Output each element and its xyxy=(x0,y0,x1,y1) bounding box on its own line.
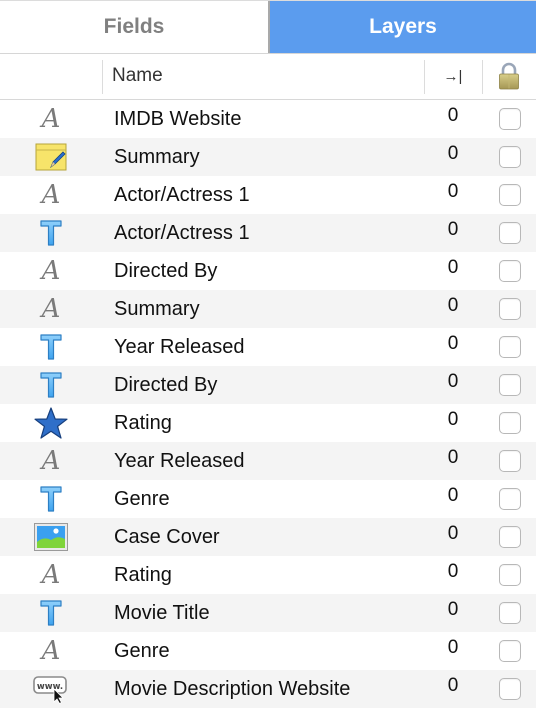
tab-order-value[interactable]: 0 xyxy=(424,515,482,553)
lock-checkbox[interactable] xyxy=(499,184,521,206)
layer-row[interactable]: Summary 0 xyxy=(0,138,536,176)
lock-checkbox[interactable] xyxy=(499,146,521,168)
column-header-name[interactable]: Name xyxy=(112,54,163,98)
layer-row[interactable]: A Year Released 0 xyxy=(0,442,536,480)
text-field-icon xyxy=(30,594,72,632)
tab-order-value[interactable]: 0 xyxy=(424,211,482,249)
text-label-icon: A xyxy=(41,104,61,134)
note-icon xyxy=(30,138,72,176)
layer-row[interactable]: Year Released 0 xyxy=(0,328,536,366)
layer-name: Directed By xyxy=(114,374,218,396)
layer-row[interactable]: A Directed By 0 xyxy=(0,252,536,290)
tab-order-value[interactable]: 0 xyxy=(424,135,482,173)
layer-row[interactable]: A IMDB Website 0 xyxy=(0,100,536,138)
svg-text:www.: www. xyxy=(37,682,63,692)
text-field-icon xyxy=(30,480,72,518)
lock-checkbox[interactable] xyxy=(499,640,521,662)
layer-row[interactable]: A Genre 0 xyxy=(0,632,536,670)
layer-row[interactable]: Movie Title 0 xyxy=(0,594,536,632)
tab-order-value[interactable]: 0 xyxy=(424,401,482,439)
tab-order-value[interactable]: 0 xyxy=(424,439,482,477)
layer-name: Rating xyxy=(114,564,172,586)
column-header: Name →| xyxy=(0,54,536,100)
layer-name: Year Released xyxy=(114,336,245,358)
layer-row[interactable]: A Rating 0 xyxy=(0,556,536,594)
tab-order-value[interactable]: 0 xyxy=(424,477,482,515)
lock-checkbox[interactable] xyxy=(499,678,521,700)
lock-checkbox[interactable] xyxy=(499,260,521,282)
tab-layers[interactable]: Layers xyxy=(268,1,536,53)
tab-fields[interactable]: Fields xyxy=(0,1,268,53)
layer-name: Genre xyxy=(114,640,170,662)
text-label-icon: A xyxy=(41,294,61,324)
layer-name: Genre xyxy=(114,488,170,510)
tab-order-value[interactable]: 0 xyxy=(424,629,482,667)
tab-order-value[interactable]: 0 xyxy=(424,667,482,705)
tab-order-value[interactable]: 0 xyxy=(424,325,482,363)
tab-order-value[interactable]: 0 xyxy=(424,591,482,629)
lock-checkbox[interactable] xyxy=(499,488,521,510)
lock-checkbox[interactable] xyxy=(499,222,521,244)
lock-checkbox[interactable] xyxy=(499,526,521,548)
text-label-icon: A xyxy=(41,446,61,476)
tab-order-icon[interactable]: →| xyxy=(424,54,482,98)
tab-order-value[interactable]: 0 xyxy=(424,249,482,287)
layer-name: Summary xyxy=(114,298,200,320)
layer-name: Actor/Actress 1 xyxy=(114,222,250,244)
layer-name: IMDB Website xyxy=(114,108,242,130)
text-label-icon: A xyxy=(41,636,61,666)
star-icon xyxy=(30,404,72,442)
tab-order-value[interactable]: 0 xyxy=(424,287,482,325)
text-field-icon xyxy=(30,328,72,366)
lock-checkbox[interactable] xyxy=(499,374,521,396)
text-label-icon: A xyxy=(41,256,61,286)
layer-row[interactable]: A Actor/Actress 1 0 xyxy=(0,176,536,214)
layer-name: Movie Title xyxy=(114,602,210,624)
text-field-icon xyxy=(30,366,72,404)
tab-bar: Fields Layers xyxy=(0,0,536,54)
layer-name: Directed By xyxy=(114,260,218,282)
web-link-icon: www. xyxy=(30,670,72,708)
column-divider[interactable] xyxy=(102,60,103,94)
lock-checkbox[interactable] xyxy=(499,336,521,358)
layer-row[interactable]: Directed By 0 xyxy=(0,366,536,404)
layer-row[interactable]: A Summary 0 xyxy=(0,290,536,328)
text-label-icon: A xyxy=(41,180,61,210)
tab-order-value[interactable]: 0 xyxy=(424,553,482,591)
lock-icon[interactable] xyxy=(482,54,536,98)
layer-name: Summary xyxy=(114,146,200,168)
layer-name: Year Released xyxy=(114,450,245,472)
text-field-icon xyxy=(30,214,72,252)
lock-checkbox[interactable] xyxy=(499,602,521,624)
layers-list: A IMDB Website 0 Summary 0 A Actor/Actress 10A… xyxy=(0,100,536,708)
lock-checkbox[interactable] xyxy=(499,564,521,586)
lock-checkbox[interactable] xyxy=(499,108,521,130)
tab-order-value[interactable]: 0 xyxy=(424,173,482,211)
tab-order-value[interactable]: 0 xyxy=(424,97,482,135)
text-label-icon: A xyxy=(41,560,61,590)
layer-name: Movie Description Website xyxy=(114,678,351,700)
layer-name: Rating xyxy=(114,412,172,434)
layer-row[interactable]: Genre 0 xyxy=(0,480,536,518)
lock-checkbox[interactable] xyxy=(499,298,521,320)
layer-name: Case Cover xyxy=(114,526,220,548)
image-icon xyxy=(30,518,72,556)
layer-row[interactable]: Actor/Actress 1 0 xyxy=(0,214,536,252)
layer-row[interactable]: Case Cover 0 xyxy=(0,518,536,556)
layer-row[interactable]: www. Movie Description Website 0 xyxy=(0,670,536,708)
lock-checkbox[interactable] xyxy=(499,450,521,472)
lock-checkbox[interactable] xyxy=(499,412,521,434)
tab-order-value[interactable]: 0 xyxy=(424,363,482,401)
layer-row[interactable]: Rating 0 xyxy=(0,404,536,442)
tab-order-glyph: →| xyxy=(443,67,463,85)
layer-name: Actor/Actress 1 xyxy=(114,184,250,206)
